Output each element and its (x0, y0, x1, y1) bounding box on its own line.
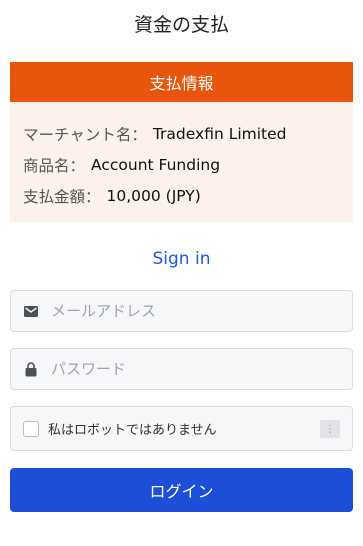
page-title: 資金の支払 (133, 14, 229, 36)
email-field[interactable] (10, 290, 353, 332)
captcha-label: 私はロボットではありません (48, 423, 217, 438)
captcha-logo-icon: ⋮ (320, 420, 340, 438)
captcha-checkbox[interactable] (23, 420, 39, 437)
product-label: 商品名： (23, 156, 86, 175)
password-field[interactable] (10, 348, 353, 390)
product-value: Account Funding (91, 155, 221, 174)
lock-icon (11, 361, 51, 377)
amount-value: 10,000 (JPY) (106, 186, 201, 205)
payment-page: 資金の支払 支払情報 マーチャント名： Tradexfin Limited 商品… (0, 0, 363, 546)
login-button[interactable]: ログイン (10, 468, 353, 512)
product-row: 商品名： Account Funding (23, 149, 353, 180)
payment-info-header: 支払情報 (10, 62, 353, 102)
amount-row: 支払金額： 10,000 (JPY) (23, 180, 353, 211)
password-input[interactable] (51, 360, 331, 378)
email-input[interactable] (51, 302, 331, 320)
sign-in-link[interactable]: Sign in (0, 249, 363, 269)
merchant-value: Tradexfin Limited (152, 124, 287, 143)
amount-label: 支払金額： (23, 187, 101, 206)
merchant-row: マーチャント名： Tradexfin Limited (23, 118, 353, 149)
mail-icon (11, 305, 51, 317)
payment-info-panel: 支払情報 マーチャント名： Tradexfin Limited 商品名： Acc… (10, 62, 353, 222)
captcha-widget: 私はロボットではありません ⋮ (10, 406, 353, 451)
merchant-label: マーチャント名： (23, 125, 147, 144)
